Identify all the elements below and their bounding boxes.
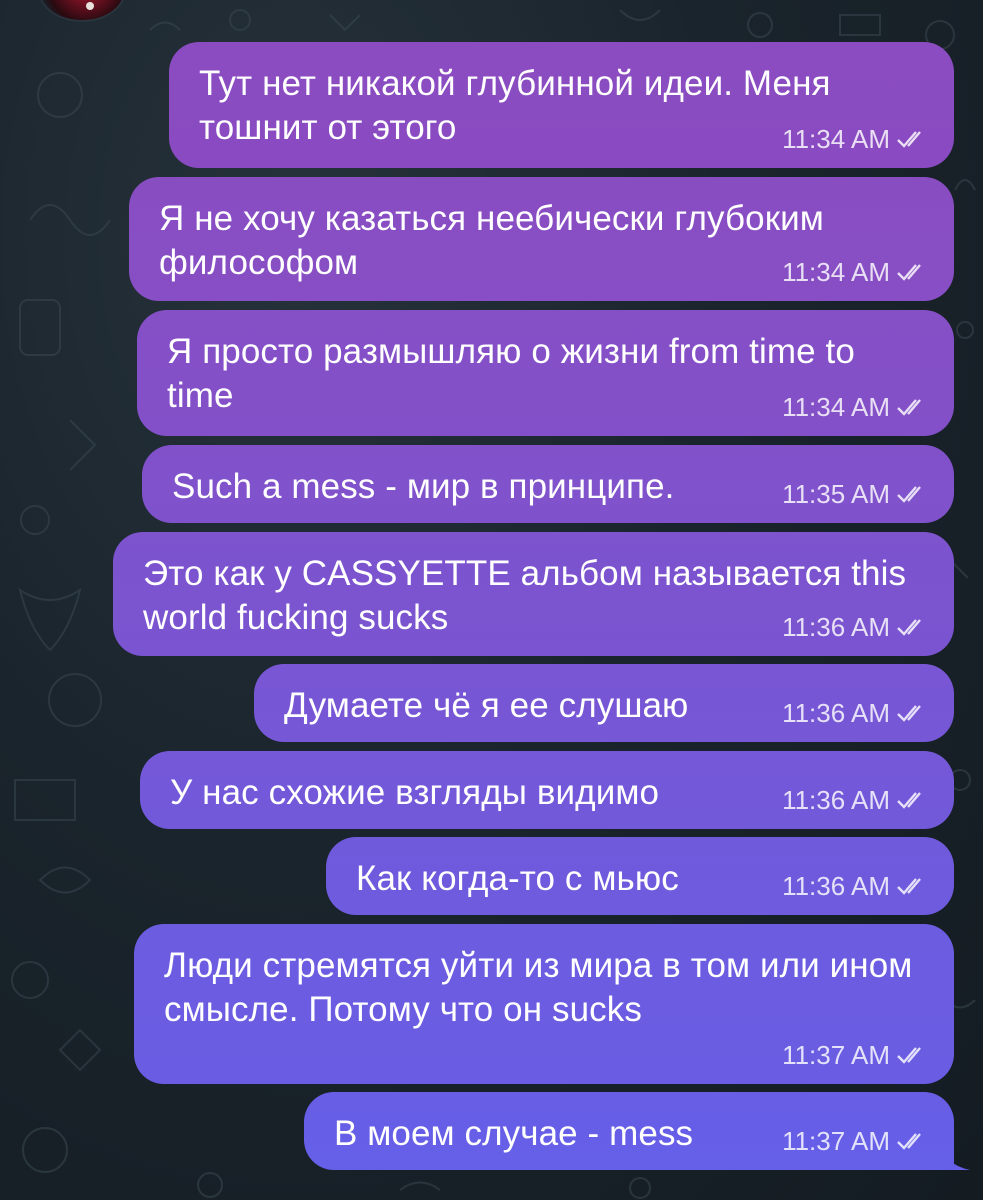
message-bubble[interactable]: Я просто размышляю о жизни from time to … (137, 310, 954, 436)
message-meta: 11:36 AM (782, 785, 930, 815)
double-check-icon (897, 264, 921, 281)
message-time: 11:36 AM (782, 871, 890, 901)
message-bubble[interactable]: Such a mess - мир в принципе. 11:35 AM (142, 445, 954, 523)
double-check-icon (897, 1133, 921, 1150)
message-text: Such a mess - мир в принципе. (172, 467, 675, 506)
message-meta: 11:35 AM (782, 479, 930, 509)
message-time: 11:36 AM (782, 612, 890, 642)
message-time: 11:34 AM (782, 124, 890, 154)
message-time: 11:35 AM (782, 479, 890, 509)
message-meta: 11:37 AM (782, 1126, 930, 1156)
message-list: Тут нет никакой глубинной идеи. Меня тош… (0, 0, 983, 1200)
message-meta: 11:37 AM (782, 1040, 930, 1070)
message-meta: 11:36 AM (782, 871, 930, 901)
double-check-icon (897, 131, 921, 148)
double-check-icon (897, 619, 921, 636)
message-bubble[interactable]: Тут нет никакой глубинной идеи. Меня тош… (169, 42, 954, 168)
double-check-icon (897, 486, 921, 503)
double-check-icon (897, 399, 921, 416)
message-bubble[interactable]: В моем случае - mess 11:37 AM (304, 1092, 970, 1170)
message-bubble[interactable]: Люди стремятся уйти из мира в том или ин… (134, 924, 954, 1084)
double-check-icon (897, 878, 921, 895)
message-meta: 11:34 AM (782, 392, 930, 422)
message-bubble[interactable]: Думаете чё я ее слушаю 11:36 AM (254, 664, 954, 742)
message-time: 11:36 AM (782, 698, 890, 728)
double-check-icon (897, 792, 921, 809)
message-bubble[interactable]: Как когда-то с мьюс 11:36 AM (326, 837, 954, 915)
message-meta: 11:34 AM (782, 124, 930, 154)
message-meta: 11:36 AM (782, 698, 930, 728)
message-meta: 11:34 AM (782, 257, 930, 287)
message-bubble[interactable]: Я не хочу казаться неебически глубоким ф… (129, 177, 954, 301)
bubble-tail (940, 1140, 970, 1170)
message-bubble[interactable]: Это как у CASSYETTE альбом называется th… (113, 532, 954, 656)
message-time: 11:37 AM (782, 1040, 890, 1070)
message-time: 11:34 AM (782, 257, 890, 287)
message-meta: 11:36 AM (782, 612, 930, 642)
message-text: У нас схожие взгляды видимо (170, 773, 660, 812)
double-check-icon (897, 705, 921, 722)
double-check-icon (897, 1047, 921, 1064)
message-time: 11:34 AM (782, 392, 890, 422)
message-text: Люди стремятся уйти из мира в том или ин… (164, 946, 913, 1029)
message-time: 11:37 AM (782, 1126, 890, 1156)
message-bubble[interactable]: У нас схожие взгляды видимо 11:36 AM (140, 751, 954, 829)
message-time: 11:36 AM (782, 785, 890, 815)
